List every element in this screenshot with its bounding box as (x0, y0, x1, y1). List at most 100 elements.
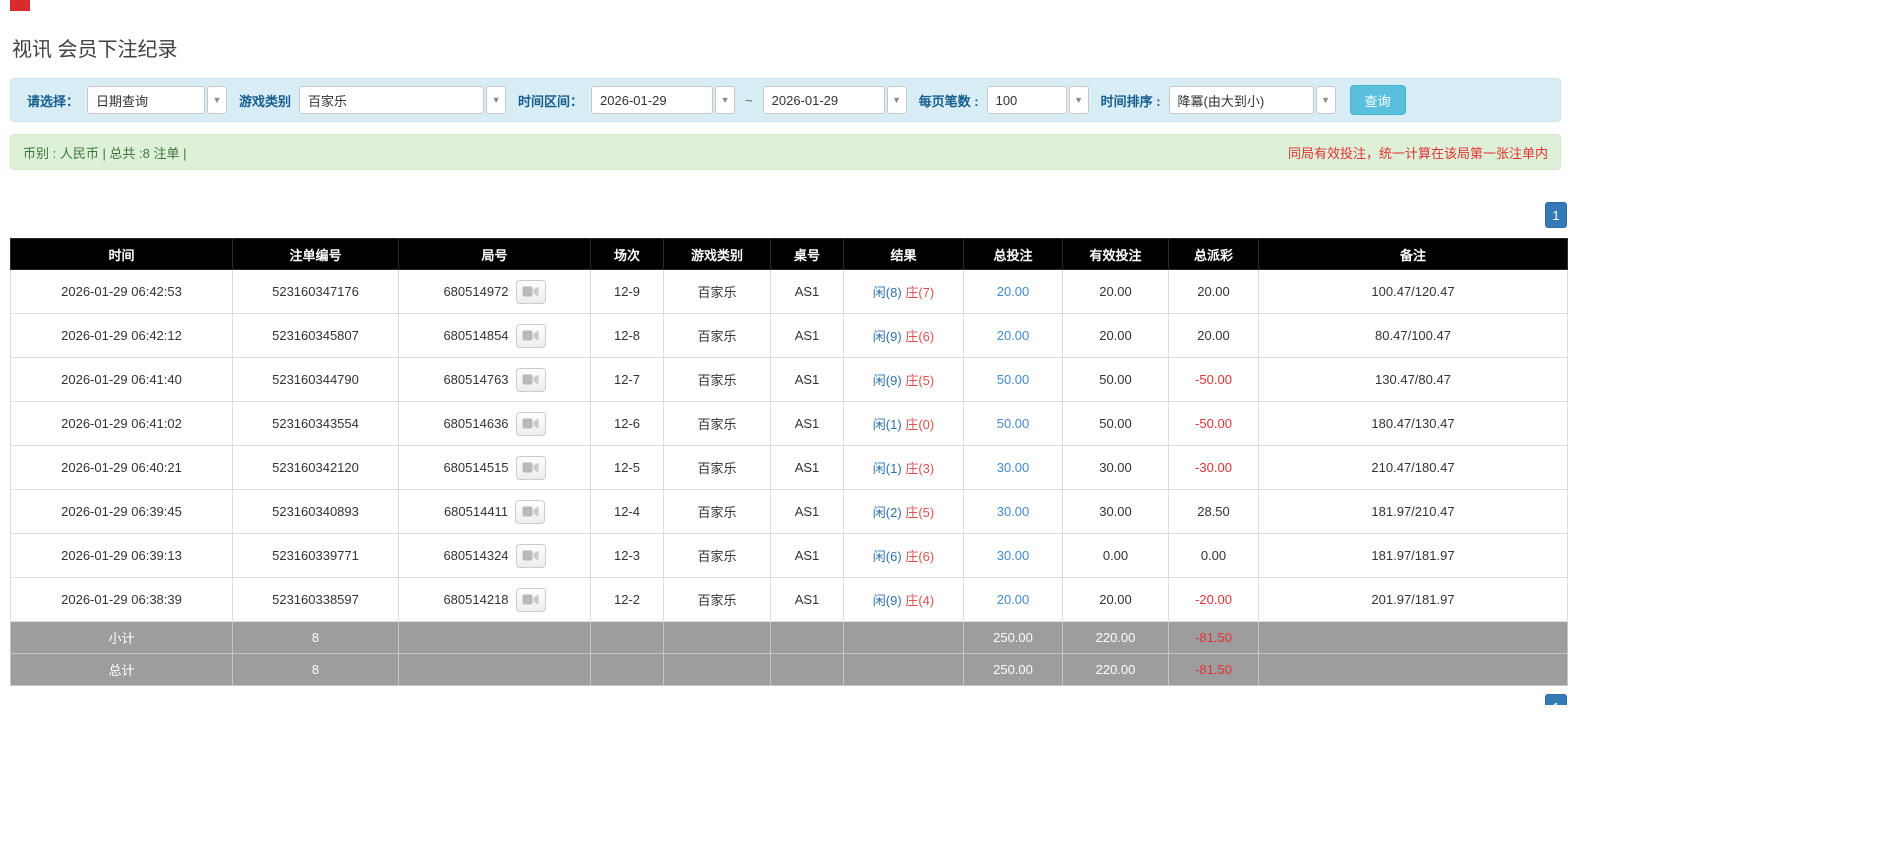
cell-valid-bet: 0.00 (1062, 533, 1169, 578)
cell-table-no: AS1 (770, 533, 844, 578)
page-button-1[interactable]: 1 (1545, 202, 1567, 228)
video-replay-button[interactable] (515, 543, 546, 568)
total-bet-link[interactable]: 30.00 (997, 548, 1030, 563)
total-bet-link[interactable]: 20.00 (997, 592, 1030, 607)
cell-bet-id: 523160345807 (232, 313, 399, 358)
cell-total-bet: 30.00 (963, 533, 1063, 578)
chevron-down-icon[interactable]: ▼ (1315, 86, 1336, 114)
total-bet-link[interactable]: 30.00 (997, 504, 1030, 519)
cell-bet-id: 523160342120 (232, 445, 399, 490)
table-row: 2026-01-29 06:39:45 523160340893 680514411… (10, 489, 1568, 534)
cell-session: 12-6 (590, 401, 664, 446)
cell-bet-id: 523160344790 (232, 357, 399, 402)
time-range-label: 时间区间： (518, 93, 584, 109)
cell-game-type: 百家乐 (663, 401, 771, 446)
cell-bet-id: 523160347176 (232, 269, 399, 314)
cell-remark: 181.97/181.97 (1258, 533, 1568, 578)
summary-cell (590, 621, 664, 654)
cell-result: 闲(1) 庄(0) (843, 401, 964, 446)
cell-valid-bet: 50.00 (1062, 401, 1169, 446)
payout-value: 0.00 (1200, 548, 1227, 563)
date-from-combo: ▼ (591, 86, 736, 114)
video-replay-button[interactable] (515, 499, 546, 524)
date-to-input[interactable] (762, 86, 885, 114)
summary-cell: 小计 (10, 621, 233, 654)
chevron-down-icon[interactable]: ▼ (1068, 86, 1089, 114)
cell-bet-id: 523160343554 (232, 401, 399, 446)
cell-payout: -50.00 (1168, 401, 1259, 446)
round-id-text: 680514218 (443, 592, 509, 607)
date-to-combo: ▼ (762, 86, 907, 114)
video-camera-icon (522, 550, 539, 561)
per-page-input[interactable] (986, 86, 1067, 114)
cell-payout: 20.00 (1168, 269, 1259, 314)
summary-cell (663, 653, 771, 686)
game-type-combo: ▼ (299, 86, 507, 114)
summary-cell: 8 (232, 621, 399, 654)
cell-total-bet: 20.00 (963, 577, 1063, 622)
cell-session: 12-2 (590, 577, 664, 622)
cell-total-bet: 20.00 (963, 313, 1063, 358)
video-replay-button[interactable] (515, 455, 546, 480)
cell-remark: 130.47/80.47 (1258, 357, 1568, 402)
page-title: 视讯 会员下注纪录 (12, 39, 178, 61)
total-bet-link[interactable]: 50.00 (997, 372, 1030, 387)
total-bet-link[interactable]: 20.00 (997, 328, 1030, 343)
cell-time: 2026-01-29 06:42:53 (10, 269, 233, 314)
summary-cell (770, 621, 844, 654)
column-header: 场次 (590, 238, 664, 270)
video-replay-button[interactable] (515, 367, 546, 392)
search-button[interactable]: 查询 (1349, 85, 1406, 115)
cell-valid-bet: 20.00 (1062, 269, 1169, 314)
date-range-separator: ~ (745, 92, 753, 108)
column-header: 总派彩 (1168, 238, 1259, 270)
cell-round-id: 680514636 (398, 401, 591, 446)
result-player: 闲(1) (872, 461, 902, 476)
game-type-input[interactable] (299, 86, 485, 114)
cell-table-no: AS1 (770, 577, 844, 622)
payout-value: -30.00 (1195, 460, 1232, 475)
sort-input[interactable] (1168, 86, 1314, 114)
total-bet-link[interactable]: 30.00 (997, 460, 1030, 475)
chevron-down-icon[interactable]: ▼ (486, 86, 507, 114)
round-id-text: 680514763 (443, 372, 509, 387)
pagination-top: 1 (10, 202, 1567, 228)
video-replay-button[interactable] (515, 323, 546, 348)
result-banker: 庄(6) (905, 329, 935, 344)
video-replay-button[interactable] (515, 279, 546, 304)
date-from-input[interactable] (591, 86, 714, 114)
cell-remark: 80.47/100.47 (1258, 313, 1568, 358)
cell-table-no: AS1 (770, 401, 844, 446)
cell-game-type: 百家乐 (663, 269, 771, 314)
chevron-down-icon[interactable]: ▼ (715, 86, 736, 114)
cell-time: 2026-01-29 06:41:02 (10, 401, 233, 446)
bet-records-table: 时间 注单编号 局号 场次 游戏类别 桌号 结果 总投注 有效投注 总派彩 备注 2026-01-2… (10, 238, 1568, 686)
total-bet-link[interactable]: 50.00 (997, 416, 1030, 431)
per-page-label: 每页笔数 : (918, 93, 979, 109)
cell-table-no: AS1 (770, 357, 844, 402)
query-type-label: 请选择： (27, 93, 80, 109)
page-button-1-bottom[interactable]: 1 (1545, 694, 1567, 705)
summary-cell: 250.00 (963, 653, 1063, 686)
cell-result: 闲(9) 庄(6) (843, 313, 964, 358)
cell-result: 闲(8) 庄(7) (843, 269, 964, 314)
cell-result: 闲(1) 庄(3) (843, 445, 964, 490)
video-replay-button[interactable] (515, 587, 546, 612)
summary-cell: 8 (232, 653, 399, 686)
query-type-input[interactable] (87, 86, 206, 114)
cell-time: 2026-01-29 06:41:40 (10, 357, 233, 402)
table-row: 2026-01-29 06:40:21 523160342120 680514515… (10, 445, 1568, 490)
cell-game-type: 百家乐 (663, 577, 771, 622)
table-row: 2026-01-29 06:42:12 523160345807 680514854… (10, 313, 1568, 358)
payout-value: -50.00 (1195, 416, 1232, 431)
chevron-down-icon[interactable]: ▼ (207, 86, 228, 114)
video-replay-button[interactable] (515, 411, 546, 436)
chevron-down-icon[interactable]: ▼ (886, 86, 907, 114)
cell-remark: 180.47/130.47 (1258, 401, 1568, 446)
payout-value: -50.00 (1195, 372, 1232, 387)
round-id-text: 680514636 (443, 416, 509, 431)
total-bet-link[interactable]: 20.00 (997, 284, 1030, 299)
round-id-text: 680514972 (443, 284, 509, 299)
cell-remark: 100.47/120.47 (1258, 269, 1568, 314)
cell-total-bet: 20.00 (963, 269, 1063, 314)
